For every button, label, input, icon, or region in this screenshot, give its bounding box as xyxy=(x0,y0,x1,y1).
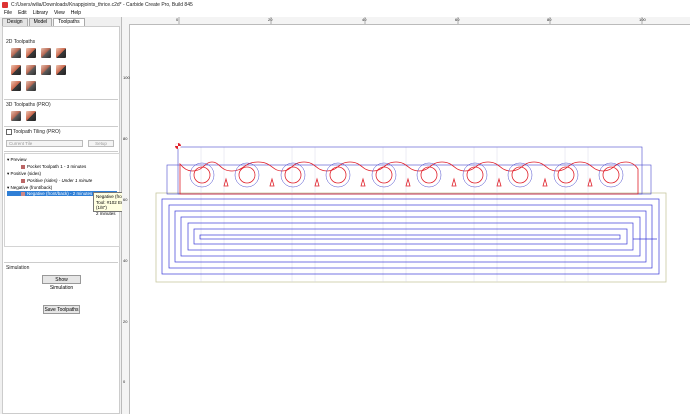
section-3d-toolpaths: 3D Toolpaths (PRO) xyxy=(6,102,51,108)
tree-group-preview[interactable]: ▾ Preview xyxy=(7,157,27,163)
contour-icon xyxy=(21,191,25,196)
knapp-profile xyxy=(179,161,639,195)
pocket-toolpath-icon[interactable] xyxy=(26,48,36,58)
toolpaths-panel: 2D Toolpaths 3D Toolpaths (PRO) Toolpath… xyxy=(2,26,120,414)
tab-design[interactable]: Design xyxy=(2,18,28,26)
origin-marker-icon xyxy=(175,143,181,149)
menu-view[interactable]: View xyxy=(54,10,65,16)
contour-icon xyxy=(21,178,25,183)
current-tile-select[interactable]: Current Tile xyxy=(6,140,83,147)
fillet-toolpath-icon[interactable] xyxy=(11,81,21,91)
menu-help[interactable]: Help xyxy=(71,10,81,16)
app-icon xyxy=(2,1,8,8)
divider xyxy=(4,99,118,100)
design-drawing xyxy=(155,17,667,283)
contour-toolpath-icon[interactable] xyxy=(11,48,21,58)
show-simulation-button[interactable]: Show Simulation xyxy=(42,275,81,291)
pocket-icon xyxy=(21,164,25,169)
save-toolpaths-button[interactable]: Save Toolpaths xyxy=(43,305,80,314)
tab-strip: Design Model Toolpaths xyxy=(2,18,86,27)
drill-toolpath-icon[interactable] xyxy=(41,48,51,58)
menu-bar: File Edit Library View Help xyxy=(0,9,690,17)
rounding-toolpath-icon[interactable] xyxy=(26,81,36,91)
window-title: C:/Users/wilia/Downloads/Knappjoints_thr… xyxy=(11,1,193,8)
3d-rough-icon[interactable] xyxy=(11,111,21,121)
tab-model[interactable]: Model xyxy=(28,18,53,26)
section-2d-toolpaths: 2D Toolpaths xyxy=(6,39,36,45)
tiling-checkbox[interactable] xyxy=(6,129,12,135)
ruler-ticks xyxy=(178,17,643,24)
design-canvas[interactable]: 0 20 40 60 80 100 100 80 60 40 20 0 xyxy=(122,17,690,414)
setup-button[interactable]: Setup xyxy=(88,140,114,147)
advanced-vcarve-icon[interactable] xyxy=(11,65,21,75)
chamfer-toolpath-icon[interactable] xyxy=(41,65,51,75)
thread-toolpath-icon[interactable] xyxy=(56,65,66,75)
divider xyxy=(4,262,118,263)
divider xyxy=(4,151,118,152)
title-bar: C:/Users/wilia/Downloads/Knappjoints_thr… xyxy=(0,0,690,9)
section-simulation: Simulation xyxy=(6,265,30,271)
texture-toolpath-icon[interactable] xyxy=(26,65,36,75)
divider xyxy=(4,126,118,127)
3d-finish-icon[interactable] xyxy=(26,111,36,121)
positive-toolpath xyxy=(166,146,652,195)
menu-library[interactable]: Library xyxy=(33,10,48,16)
tree-item-positive[interactable]: Positive (sides) - Under 1 minute xyxy=(21,178,92,183)
tree-group-positive[interactable]: ▾ Positive (sides) xyxy=(7,171,41,177)
menu-edit[interactable]: Edit xyxy=(18,10,27,16)
tree-item-pocket[interactable]: Pocket Toolpath 1 - 3 minutes xyxy=(21,164,86,169)
vcarve-toolpath-icon[interactable] xyxy=(56,48,66,58)
menu-file[interactable]: File xyxy=(4,10,12,16)
negative-toolpath xyxy=(161,198,660,275)
tiling-label: Toolpath Tiling (PRO) xyxy=(13,129,61,135)
stock-outline xyxy=(155,192,667,283)
